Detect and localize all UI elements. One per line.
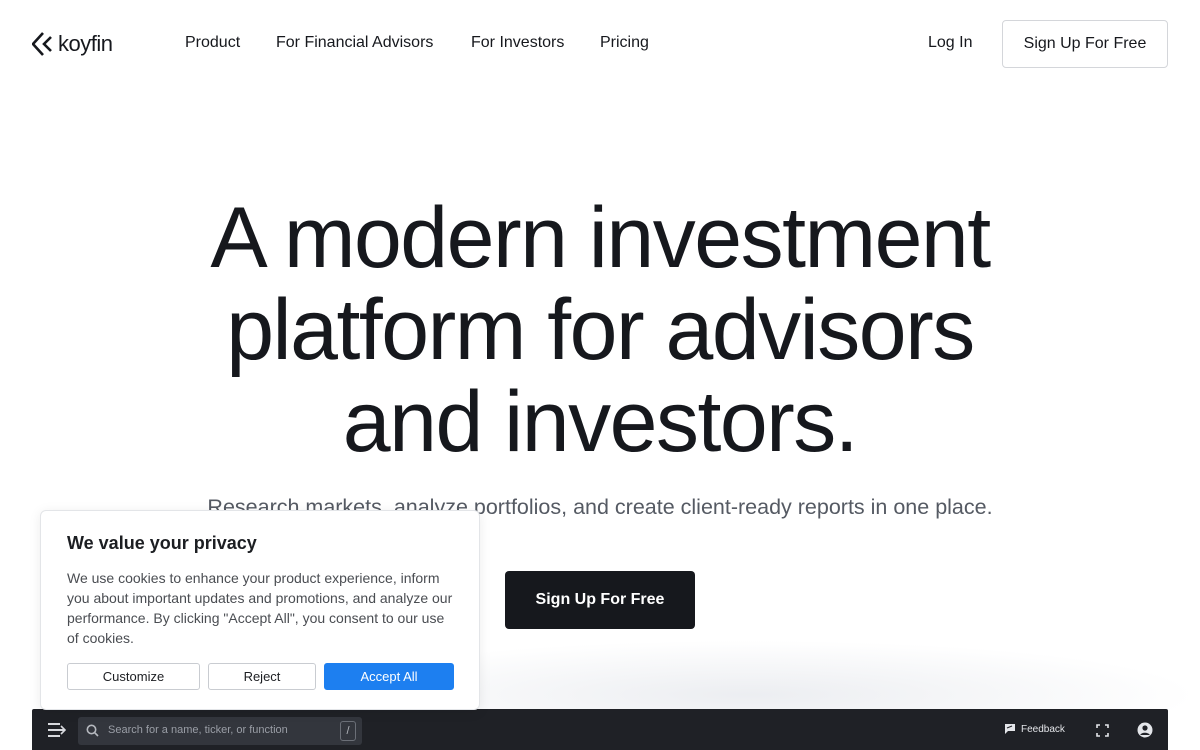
feedback-label: Feedback xyxy=(1021,723,1065,735)
cookie-consent-banner: We value your privacy We use cookies to … xyxy=(40,510,480,710)
nav-pricing[interactable]: Pricing xyxy=(600,33,649,53)
cookie-customize-button[interactable]: Customize xyxy=(67,663,200,690)
cookie-accept-all-button[interactable]: Accept All xyxy=(324,663,454,690)
app-preview-toolbar: Search for a name, ticker, or function /… xyxy=(32,709,1168,750)
hero-title-line-2: platform for advisors xyxy=(226,282,975,378)
cookie-title: We value your privacy xyxy=(67,533,257,553)
app-search-input[interactable]: Search for a name, ticker, or function / xyxy=(78,717,362,745)
feedback-button[interactable]: Feedback xyxy=(1004,723,1065,735)
user-icon[interactable] xyxy=(1137,722,1153,738)
search-shortcut-key: / xyxy=(340,721,356,741)
nav-investors[interactable]: For Investors xyxy=(471,33,564,53)
nav-financial-advisors[interactable]: For Financial Advisors xyxy=(276,33,433,53)
menu-icon[interactable] xyxy=(48,722,66,738)
koyfin-logo-icon xyxy=(32,32,52,56)
search-placeholder: Search for a name, ticker, or function xyxy=(108,724,288,736)
hero-title-line-3: and investors. xyxy=(342,374,859,470)
koyfin-logo[interactable]: koyfin xyxy=(32,30,113,58)
cookie-reject-button[interactable]: Reject xyxy=(208,663,316,690)
search-icon xyxy=(86,724,99,737)
nav-product[interactable]: Product xyxy=(185,33,240,53)
cookie-description: We use cookies to enhance your product e… xyxy=(67,570,453,646)
fullscreen-icon[interactable] xyxy=(1096,724,1109,737)
logo-text: koyfin xyxy=(58,31,113,56)
feedback-icon xyxy=(1005,724,1015,734)
signup-hero-button[interactable]: Sign Up For Free xyxy=(505,571,695,629)
signup-header-button[interactable]: Sign Up For Free xyxy=(1002,20,1168,68)
login-link[interactable]: Log In xyxy=(928,33,972,53)
hero-title: A modern investment platform for advisor… xyxy=(100,192,1100,468)
hero-title-line-1: A modern investment xyxy=(210,190,991,286)
